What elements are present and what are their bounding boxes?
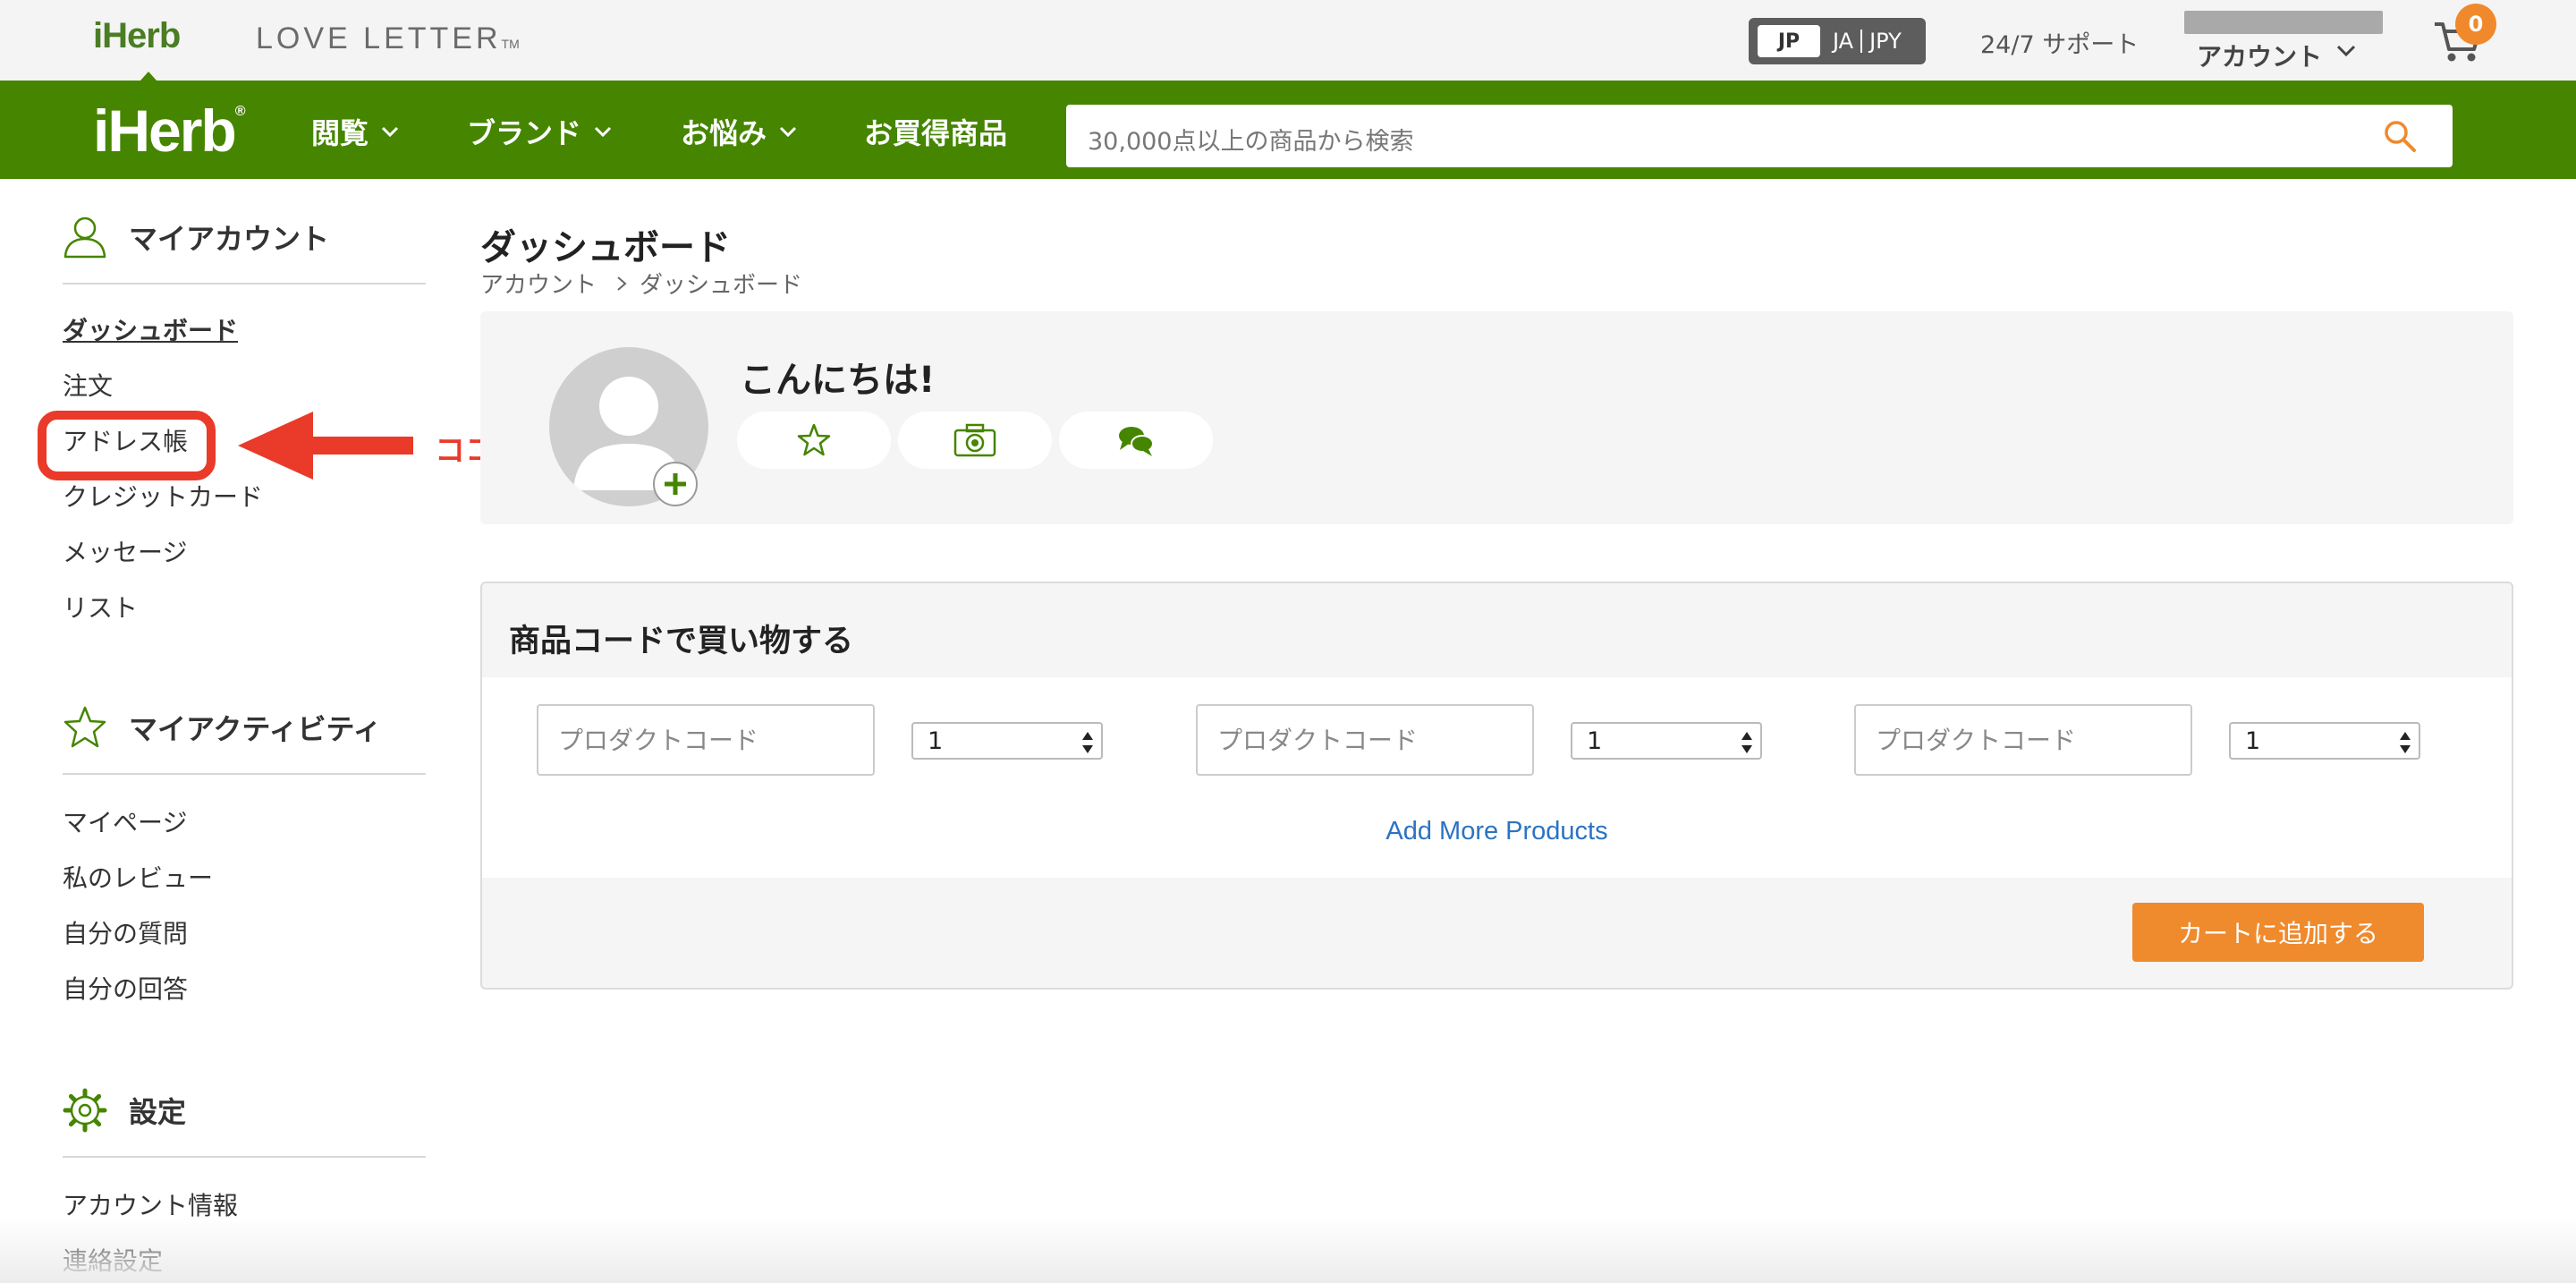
star-icon: [797, 423, 831, 456]
sidebar-item-dashboard[interactable]: ダッシュボード: [63, 311, 238, 347]
love-letter-label: LOVE LETTER: [256, 21, 502, 55]
nav-brands[interactable]: ブランド: [467, 111, 612, 152]
locale-divider: [1860, 30, 1863, 53]
sidebar-item-my-answers[interactable]: 自分の回答: [63, 970, 188, 1006]
search-input[interactable]: 30,000点以上の商品から検索: [1066, 105, 2453, 167]
sidebar-item-credit-cards[interactable]: クレジットカード: [63, 478, 263, 514]
search-placeholder: 30,000点以上の商品から検索: [1088, 128, 1414, 156]
chat-icon: [1119, 427, 1154, 456]
product-code-input[interactable]: [1196, 704, 1534, 776]
search-icon[interactable]: [2383, 119, 2417, 153]
add-to-cart-button[interactable]: カートに追加する: [2132, 903, 2424, 962]
iherb-logo[interactable]: iHerb®: [93, 97, 246, 165]
add-more-products-link[interactable]: Add More Products: [482, 817, 2512, 846]
star-outline-icon: [64, 706, 106, 748]
sidebar-item-my-page[interactable]: マイページ: [63, 803, 187, 839]
nav-deals-label: お買得商品: [864, 116, 1008, 150]
product-code-input[interactable]: [1854, 704, 2192, 776]
shop-by-code-form: 1 1 1 Add More Products: [482, 677, 2512, 878]
locale-language: JA: [1833, 29, 1854, 54]
select-arrows-icon: [2400, 732, 2411, 753]
quantity-value: 1: [2245, 727, 2261, 755]
quantity-value: 1: [1587, 727, 1603, 755]
sidebar-section-title: 設定: [129, 1095, 187, 1129]
love-letter-link[interactable]: LOVE LETTERTM: [256, 21, 520, 56]
sidebar-item-account-info[interactable]: アカウント情報: [63, 1186, 238, 1222]
breadcrumb: アカウント ダッシュボード: [480, 267, 802, 300]
account-name-redacted: [2184, 11, 2383, 34]
locale-currency: JPY: [1869, 29, 1902, 54]
qa-shortcut-button[interactable]: [1059, 412, 1213, 469]
gear-icon: [63, 1088, 107, 1133]
sidebar-divider: [63, 1156, 426, 1158]
locale-country: JP: [1758, 25, 1820, 57]
annotation-arrow-icon: [238, 412, 413, 480]
chevron-down-icon: [779, 126, 797, 137]
sidebar-item-my-reviews[interactable]: 私のレビュー: [63, 859, 213, 895]
select-arrows-icon: [1741, 732, 1752, 753]
reviews-shortcut-button[interactable]: [737, 412, 891, 469]
sidebar-divider: [63, 283, 426, 285]
nav-browse-label: 閲覧: [311, 116, 369, 150]
main-nav-bar: iHerb® 閲覧 ブランド お悩み お買得商品 30,000点以上の商品から検…: [0, 81, 2576, 179]
sidebar-section-my-activity: マイアクティビティ: [63, 705, 382, 750]
camera-icon: [953, 423, 996, 457]
cart-count-badge: 0: [2455, 4, 2496, 45]
nav-deals[interactable]: お買得商品: [864, 111, 1007, 152]
breadcrumb-dashboard: ダッシュボード: [640, 272, 803, 299]
nav-concerns-label: お悩み: [681, 116, 767, 150]
breadcrumb-account[interactable]: アカウント: [480, 267, 597, 300]
plus-icon: [665, 473, 686, 495]
chevron-down-icon: [381, 126, 399, 137]
annotation-highlight-box: [38, 411, 216, 480]
support-link[interactable]: 24/7 サポート: [1980, 25, 2139, 60]
locale-selector[interactable]: JP JA JPY: [1749, 18, 1926, 64]
page-title: ダッシュボード: [480, 227, 731, 268]
sidebar-section-my-account: マイアカウント: [63, 215, 329, 259]
welcome-card: こんにちは!: [480, 311, 2513, 524]
nav-browse[interactable]: 閲覧: [311, 111, 399, 152]
chevron-right-icon: [617, 276, 627, 291]
quantity-select[interactable]: 1: [911, 722, 1103, 760]
quantity-select[interactable]: 1: [2229, 722, 2420, 760]
iherb-home-link[interactable]: iHerb: [93, 16, 181, 56]
shop-by-code-card: 商品コードで買い物する 1 1 1 Add More Products カートに…: [480, 582, 2513, 990]
chevron-down-icon[interactable]: [2336, 45, 2356, 57]
sidebar-section-settings: 設定: [63, 1088, 186, 1133]
active-site-indicator: [140, 72, 157, 81]
add-photo-button[interactable]: [653, 462, 698, 506]
love-letter-tm: TM: [501, 37, 520, 51]
sidebar-item-messages[interactable]: メッセージ: [63, 533, 187, 569]
top-utility-bar: iHerb LOVE LETTERTM JP JA JPY 24/7 サポート …: [0, 0, 2576, 81]
sidebar-section-title: マイアクティビティ: [129, 712, 382, 746]
iherb-logo-text: iHerb: [93, 98, 237, 164]
sidebar-divider: [63, 773, 426, 775]
greeting: こんにちは!: [740, 360, 936, 401]
sidebar-item-orders[interactable]: 注文: [63, 367, 113, 403]
bottom-shadow: [0, 1217, 2576, 1283]
account-menu[interactable]: アカウント: [2197, 38, 2322, 73]
select-arrows-icon: [1082, 732, 1093, 753]
photos-shortcut-button[interactable]: [898, 412, 1052, 469]
shop-by-code-title: 商品コードで買い物する: [509, 624, 854, 659]
sidebar-item-contact-settings[interactable]: 連絡設定: [63, 1242, 163, 1278]
sidebar-item-lists[interactable]: リスト: [63, 589, 138, 625]
iherb-logo-mark: ®: [234, 104, 246, 119]
sidebar-item-my-questions[interactable]: 自分の質問: [63, 914, 188, 950]
sidebar-section-title: マイアカウント: [129, 222, 330, 256]
chevron-down-icon: [594, 126, 612, 137]
user-icon: [64, 217, 106, 259]
nav-brands-label: ブランド: [467, 116, 582, 150]
product-code-input[interactable]: [537, 704, 875, 776]
quantity-select[interactable]: 1: [1571, 722, 1762, 760]
nav-concerns[interactable]: お悩み: [681, 111, 797, 152]
quantity-value: 1: [928, 727, 944, 755]
